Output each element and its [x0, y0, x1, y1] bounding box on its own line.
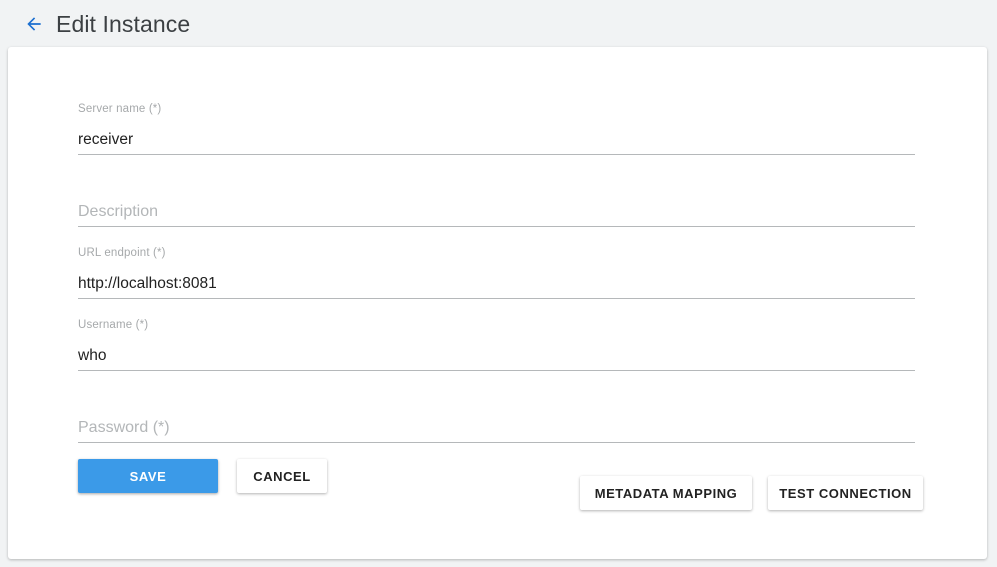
field-url-endpoint-underline: URL endpoint (*) http://localhost:8081: [78, 246, 915, 299]
field-server-name-underline: Server name (*) receiver: [78, 102, 915, 155]
secondary-actions: METADATA MAPPING TEST CONNECTION: [580, 476, 923, 510]
field-server-name-input[interactable]: receiver: [78, 130, 133, 149]
instance-form: Server name (*) receiver Description URL…: [78, 83, 915, 443]
field-username-label: Username (*): [78, 319, 149, 331]
save-button[interactable]: SAVE: [78, 459, 218, 493]
field-username-underline: Username (*) who: [78, 318, 915, 371]
field-username-input[interactable]: who: [78, 346, 106, 365]
field-password-input[interactable]: Password (*): [78, 418, 170, 438]
field-password[interactable]: Password (*): [78, 371, 915, 443]
field-server-name[interactable]: Server name (*) receiver: [78, 83, 915, 155]
field-password-underline: Password (*): [78, 390, 915, 443]
page-title: Edit Instance: [56, 11, 191, 37]
test-connection-button[interactable]: TEST CONNECTION: [768, 476, 923, 510]
field-description-input[interactable]: Description: [78, 202, 158, 222]
edit-instance-card: Server name (*) receiver Description URL…: [8, 47, 987, 559]
field-description-underline: Description: [78, 174, 915, 227]
field-url-endpoint-label: URL endpoint (*): [78, 247, 166, 259]
primary-actions: SAVE CANCEL: [78, 459, 327, 493]
cancel-button[interactable]: CANCEL: [237, 459, 327, 493]
field-username[interactable]: Username (*) who: [78, 299, 915, 371]
metadata-mapping-button[interactable]: METADATA MAPPING: [580, 476, 752, 510]
field-url-endpoint-input[interactable]: http://localhost:8081: [78, 274, 217, 293]
arrow-left-icon: [23, 14, 45, 34]
back-button[interactable]: [20, 11, 48, 37]
form-actions: SAVE CANCEL METADATA MAPPING TEST CONNEC…: [78, 459, 923, 519]
field-server-name-label: Server name (*): [78, 103, 162, 115]
page-header: Edit Instance: [0, 0, 997, 47]
field-url-endpoint[interactable]: URL endpoint (*) http://localhost:8081: [78, 227, 915, 299]
field-description[interactable]: Description: [78, 155, 915, 227]
